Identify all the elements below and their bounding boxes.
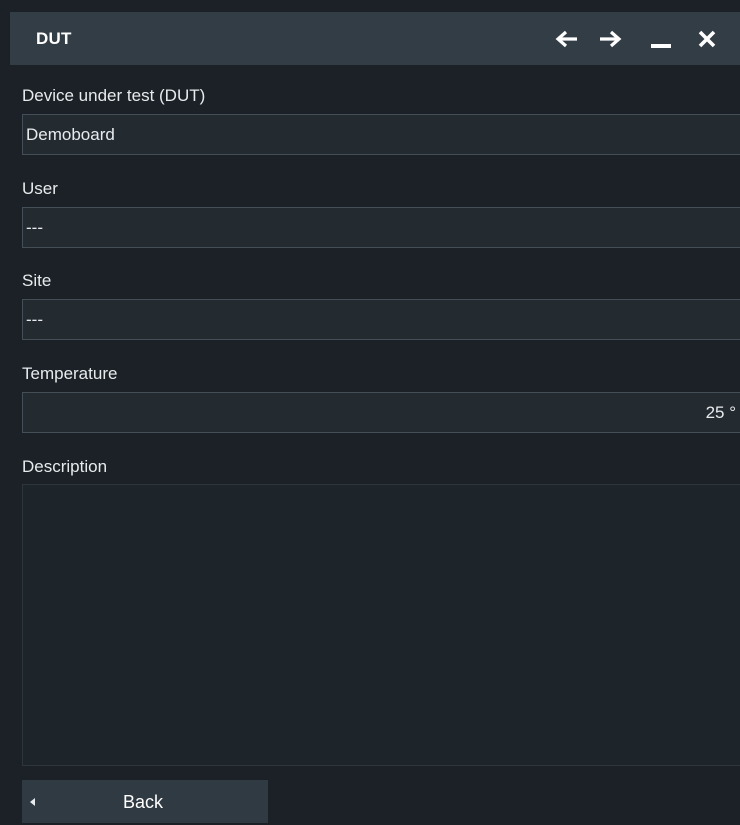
user-field[interactable]: --- <box>22 207 740 248</box>
user-label: User <box>22 179 58 198</box>
back-button-label: Back <box>123 792 164 812</box>
site-field[interactable]: --- <box>22 299 740 340</box>
close-button[interactable] <box>692 24 722 54</box>
site-label: Site <box>22 271 52 290</box>
dut-dialog: DUT Device under test (DUT) Demoboard Us… <box>0 0 740 825</box>
close-icon <box>698 30 716 48</box>
dut-field[interactable]: Demoboard <box>22 114 740 155</box>
description-textarea[interactable] <box>22 484 740 766</box>
triangle-left-icon <box>30 798 35 806</box>
minimize-button[interactable] <box>646 24 676 54</box>
back-button[interactable]: Back <box>22 780 268 823</box>
description-label: Description <box>22 457 108 476</box>
temperature-field[interactable]: 25 ° <box>22 392 740 433</box>
arrow-right-icon <box>600 30 622 48</box>
navigate-forward-button[interactable] <box>595 24 625 54</box>
minimize-icon <box>651 44 671 48</box>
window-title: DUT <box>36 29 72 48</box>
title-bar: DUT <box>10 12 740 65</box>
temperature-label: Temperature <box>22 364 118 383</box>
navigate-back-button[interactable] <box>552 24 582 54</box>
arrow-left-icon <box>555 30 577 48</box>
dut-label: Device under test (DUT) <box>22 86 206 105</box>
